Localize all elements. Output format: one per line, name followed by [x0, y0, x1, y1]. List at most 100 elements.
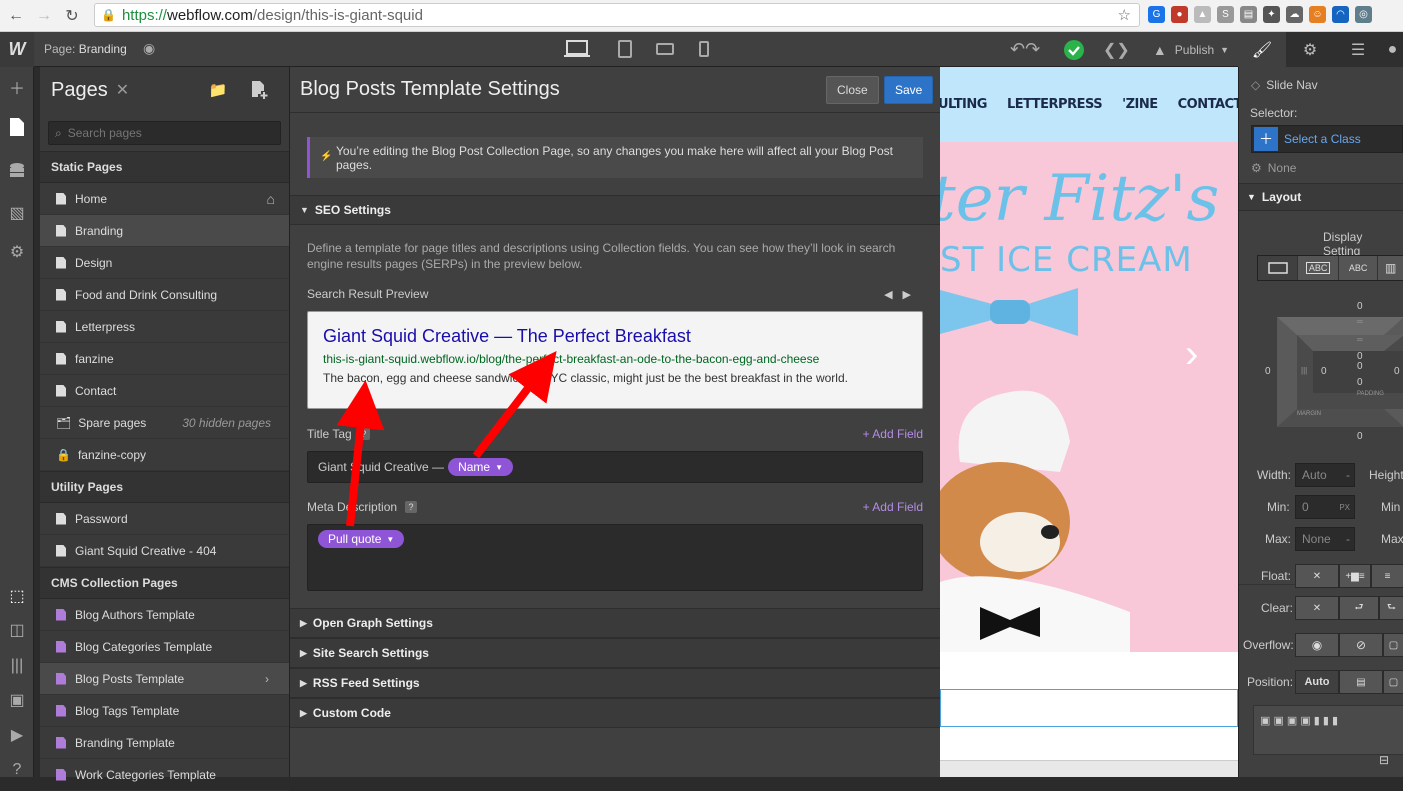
overflow-hidden-icon[interactable]: ⊘	[1339, 633, 1383, 657]
close-icon[interactable]: ✕	[116, 80, 129, 100]
grid-icon[interactable]: |||	[6, 655, 28, 677]
design-canvas[interactable]: ULTING LETTERPRESS 'ZINE CONTACT ter Fit…	[940, 67, 1238, 777]
help-icon[interactable]: ?	[357, 428, 370, 440]
padding-right-value[interactable]: 0	[1394, 366, 1400, 377]
float-right-icon[interactable]: ≡	[1371, 564, 1403, 588]
page-row-food[interactable]: Food and Drink Consulting	[40, 279, 289, 311]
page-row-home[interactable]: Home ⌂	[40, 183, 289, 215]
bookmark-star-icon[interactable]: ☆	[1118, 6, 1131, 24]
select-tool-icon[interactable]: ⬚	[6, 585, 28, 607]
gear-icon[interactable]: ⚙	[1286, 32, 1334, 67]
display-inline-button[interactable]: ABC	[1337, 256, 1377, 280]
padding-left-value[interactable]: 0	[1321, 366, 1327, 377]
float-none-icon[interactable]: ✕	[1295, 564, 1339, 588]
extension-mask-icon[interactable]: ●	[1171, 6, 1188, 23]
title-tag-input[interactable]: Giant Squid Creative — Name ▼	[307, 451, 923, 483]
selector-input[interactable]: ＋ Select a Class	[1251, 125, 1403, 153]
slider-next-icon[interactable]: ›	[1185, 332, 1198, 377]
position-mode-icon[interactable]: ⊟	[1379, 753, 1389, 767]
page-row-blog-authors[interactable]: Blog Authors Template	[40, 599, 289, 631]
nav-link[interactable]: CONTACT	[1178, 97, 1238, 112]
width-input[interactable]: Auto -	[1295, 463, 1355, 487]
publish-button[interactable]: ▲ Publish ▼	[1145, 32, 1237, 67]
page-row-fanzine-copy[interactable]: 🔒 fanzine-copy	[40, 439, 289, 471]
mobile-portrait-icon[interactable]	[690, 37, 718, 61]
canvas-scrollbar[interactable]	[940, 760, 1238, 777]
page-row-design[interactable]: Design	[40, 247, 289, 279]
page-row-blog-categories[interactable]: Blog Categories Template	[40, 631, 289, 663]
extension-g-icon[interactable]: G	[1148, 6, 1165, 23]
spacing-editor[interactable]: 0 ═ ═ 0 0 ||| 0 0 0 0 PADDING MARGIN 0	[1239, 295, 1403, 445]
page-row-fanzine[interactable]: fanzine	[40, 343, 289, 375]
mobile-landscape-icon[interactable]	[651, 37, 679, 61]
page-row-branding[interactable]: Branding	[40, 215, 289, 247]
margin-bottom-value[interactable]: 0	[1357, 431, 1363, 442]
seo-settings-header[interactable]: ▼ SEO Settings	[290, 195, 940, 225]
add-element-icon[interactable]: ＋	[6, 76, 28, 98]
meta-description-input[interactable]: Pull quote ▼	[307, 524, 923, 591]
address-bar[interactable]: 🔒 https://webflow.com/design/this-is-gia…	[94, 3, 1140, 27]
preview-box-icon[interactable]: ◫	[6, 619, 28, 641]
page-row-branding-template[interactable]: Branding Template	[40, 727, 289, 759]
extension-arc-icon[interactable]: ◠	[1332, 6, 1349, 23]
add-folder-icon[interactable]: 📁	[204, 77, 232, 103]
display-block-icon[interactable]	[1258, 256, 1298, 280]
margin-top-value[interactable]: 0	[1357, 301, 1363, 312]
name-field-chip[interactable]: Name ▼	[448, 458, 513, 476]
help-icon[interactable]: ?	[405, 501, 418, 513]
preview-eye-icon[interactable]: ◉	[143, 40, 155, 57]
padding-bottom-value[interactable]: 0	[1357, 377, 1363, 388]
page-row-contact[interactable]: Contact	[40, 375, 289, 407]
padding-center-value[interactable]: 0	[1357, 361, 1363, 372]
layout-section-header[interactable]: ▼ Layout	[1239, 183, 1403, 211]
webflow-logo[interactable]: W	[0, 32, 34, 67]
position-preset-icons[interactable]: ▣ ▣ ▣ ▣ ▮ ▮ ▮	[1260, 714, 1338, 727]
code-export-icon[interactable]: ❮❯	[1103, 32, 1130, 67]
reload-icon[interactable]: ↻	[60, 4, 84, 28]
extension-face-icon[interactable]: ☺	[1309, 6, 1326, 23]
page-row-blog-tags[interactable]: Blog Tags Template	[40, 695, 289, 727]
help-icon[interactable]: ?	[6, 759, 28, 781]
display-flex-icon[interactable]: ▥	[1377, 256, 1403, 280]
desktop-view-icon[interactable]	[563, 37, 591, 61]
site-search-header[interactable]: ▶ Site Search Settings	[290, 638, 940, 668]
forward-icon[interactable]: →	[32, 4, 56, 28]
margin-top-handle-icon[interactable]: ═	[1357, 317, 1363, 326]
interactions-icon[interactable]: ●	[1382, 32, 1403, 67]
nav-link[interactable]: 'ZINE	[1122, 97, 1158, 112]
extension-tab-icon[interactable]: ▤	[1240, 6, 1257, 23]
open-graph-header[interactable]: ▶ Open Graph Settings	[290, 608, 940, 638]
current-page-label[interactable]: Page: Branding	[44, 42, 127, 56]
margin-left-value[interactable]: 0	[1265, 366, 1271, 377]
add-field-meta-button[interactable]: + Add Field	[863, 500, 923, 514]
clear-right-icon[interactable]: ⮑	[1379, 596, 1403, 620]
rss-feed-header[interactable]: ▶ RSS Feed Settings	[290, 668, 940, 698]
plus-icon[interactable]: ＋	[1254, 127, 1278, 151]
navigator-icon[interactable]: ☰	[1334, 32, 1382, 67]
video-icon[interactable]: ▶	[6, 724, 28, 746]
close-button[interactable]: Close	[826, 76, 879, 104]
page-row-letterpress[interactable]: Letterpress	[40, 311, 289, 343]
assets-icon[interactable]: ▧	[6, 202, 28, 224]
overflow-visible-icon[interactable]: ◉	[1295, 633, 1339, 657]
position-relative-icon[interactable]: ▤	[1339, 670, 1383, 694]
padding-left-handle-icon[interactable]: |||	[1301, 366, 1307, 375]
add-field-title-button[interactable]: + Add Field	[863, 427, 923, 441]
page-row-blog-posts[interactable]: Blog Posts Template ›	[40, 663, 289, 695]
min-width-input[interactable]: 0 PX	[1295, 495, 1355, 519]
pages-icon[interactable]	[6, 116, 28, 138]
page-row-password[interactable]: Password	[40, 503, 289, 535]
overflow-scroll-icon[interactable]: ▢	[1383, 633, 1403, 657]
undo-redo-icon[interactable]: ↶↷	[1010, 32, 1050, 67]
layout-icon[interactable]: ▣	[6, 689, 28, 711]
none-state-row[interactable]: ⚙ None	[1239, 153, 1403, 183]
position-absolute-icon[interactable]: ▢	[1383, 670, 1403, 694]
max-width-input[interactable]: None -	[1295, 527, 1355, 551]
search-input[interactable]	[67, 126, 268, 140]
extension-cloud-icon[interactable]: ☁	[1286, 6, 1303, 23]
float-left-icon[interactable]: +▆≡	[1339, 564, 1371, 588]
nav-link[interactable]: LETTERPRESS	[1007, 97, 1103, 112]
padding-top-handle-icon[interactable]: ═	[1357, 335, 1363, 344]
tablet-view-icon[interactable]	[611, 37, 639, 61]
style-brush-icon[interactable]: 🖌	[1238, 32, 1286, 67]
